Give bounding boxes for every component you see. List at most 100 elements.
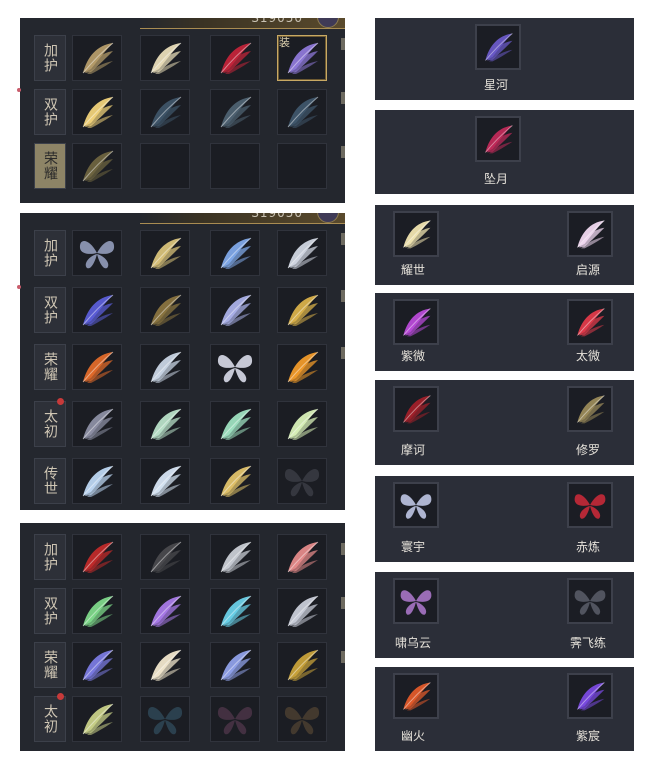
wing-preview-item[interactable] <box>393 482 439 528</box>
wing-preview-card-3: 耀世 启源 <box>375 205 634 285</box>
scroll-tick <box>341 651 345 663</box>
wing-slot[interactable] <box>277 642 327 688</box>
faded-butterfly-icon <box>147 707 183 735</box>
faded-butterfly-icon <box>217 707 253 735</box>
wing-slot[interactable] <box>140 230 190 276</box>
wing-slot[interactable] <box>210 588 260 634</box>
wing-slot[interactable] <box>140 696 190 742</box>
equipped-tag: 装 <box>279 36 290 49</box>
fallenmoon-wings-icon <box>485 125 513 154</box>
wing-slot[interactable] <box>277 534 327 580</box>
category-tab-4[interactable]: 传世 <box>34 458 66 504</box>
wing-slot[interactable] <box>72 696 122 742</box>
wing-preview-item[interactable] <box>475 116 521 162</box>
wing-slot[interactable] <box>140 35 190 81</box>
wing-name-label: 寰宇 <box>400 540 425 554</box>
wing-slot[interactable] <box>210 230 260 276</box>
category-tab-3[interactable]: 太初 <box>34 401 66 447</box>
wing-slot[interactable] <box>277 89 327 135</box>
wing-preview-item[interactable] <box>393 673 439 719</box>
category-tab-2[interactable]: 荣耀 <box>34 344 66 390</box>
category-tab-1[interactable]: 双护 <box>34 89 66 135</box>
wing-slot[interactable] <box>277 401 327 447</box>
wing-preview-item[interactable] <box>393 386 439 432</box>
wing-slot[interactable] <box>140 458 190 504</box>
xiuluo-wings-icon <box>577 395 605 424</box>
category-tab-3[interactable]: 太初 <box>34 696 66 742</box>
category-tab-0[interactable]: 加护 <box>34 230 66 276</box>
empty-slot[interactable] <box>140 143 190 189</box>
purple-crystal-wings-icon <box>150 595 182 627</box>
wing-preview-item[interactable] <box>567 482 613 528</box>
category-tab-2[interactable]: 荣耀 <box>34 143 66 189</box>
xiaowuyun-butterfly-icon <box>400 590 432 615</box>
wing-slot[interactable] <box>72 35 122 81</box>
scroll-tick <box>341 290 345 302</box>
wing-preview-item[interactable] <box>393 299 439 345</box>
dark-gold-wings-icon <box>150 294 182 326</box>
wing-slot[interactable] <box>210 35 260 81</box>
wing-slot[interactable] <box>277 287 327 333</box>
empty-slot-placeholder <box>215 147 255 185</box>
wing-slot[interactable] <box>72 458 122 504</box>
wing-slot[interactable] <box>72 588 122 634</box>
category-tab-1[interactable]: 双护 <box>34 287 66 333</box>
frost-wings-icon <box>82 465 114 497</box>
wing-slot[interactable] <box>140 534 190 580</box>
starriver-wings-icon <box>485 33 513 62</box>
wing-slot[interactable] <box>72 534 122 580</box>
wing-slot[interactable] <box>210 89 260 135</box>
wing-preview-item[interactable] <box>393 211 439 257</box>
flame-wings-icon <box>287 351 319 383</box>
wing-preview-item[interactable] <box>567 299 613 345</box>
wing-slot[interactable] <box>277 696 327 742</box>
wing-slot[interactable] <box>210 534 260 580</box>
wing-preview-card-2: 坠月 <box>375 110 634 194</box>
category-tab-2[interactable]: 荣耀 <box>34 642 66 688</box>
empty-slot[interactable] <box>210 143 260 189</box>
category-tab-0[interactable]: 加护 <box>34 534 66 580</box>
wing-slot[interactable] <box>210 696 260 742</box>
wing-slot[interactable] <box>72 230 122 276</box>
wing-slot[interactable] <box>140 642 190 688</box>
wing-slot[interactable] <box>210 642 260 688</box>
wing-preview-card-4: 紫微 太微 <box>375 293 634 371</box>
wing-slot[interactable] <box>72 89 122 135</box>
wing-preview-item[interactable] <box>567 211 613 257</box>
wing-slot[interactable] <box>72 344 122 390</box>
wing-slot[interactable] <box>140 401 190 447</box>
silver-wings-icon <box>287 237 319 269</box>
wing-slot[interactable]: 装 <box>277 35 327 81</box>
wing-slot[interactable] <box>277 230 327 276</box>
currency-amount: S19050 <box>251 213 303 220</box>
wing-preview-item[interactable] <box>475 24 521 70</box>
wing-preview-item[interactable] <box>567 386 613 432</box>
wing-slot[interactable] <box>140 89 190 135</box>
category-tab-1[interactable]: 双护 <box>34 588 66 634</box>
wing-name-label: 坠月 <box>483 172 508 186</box>
wing-slot[interactable] <box>72 287 122 333</box>
wing-slot[interactable] <box>210 458 260 504</box>
category-tab-0[interactable]: 加护 <box>34 35 66 81</box>
wing-slot[interactable] <box>277 344 327 390</box>
wing-slot[interactable] <box>210 401 260 447</box>
gold-wings-icon <box>287 294 319 326</box>
wing-slot[interactable] <box>210 344 260 390</box>
wing-slot[interactable] <box>140 344 190 390</box>
wing-slot[interactable] <box>72 642 122 688</box>
wing-slot[interactable] <box>210 287 260 333</box>
wing-slot[interactable] <box>277 588 327 634</box>
wing-name-label: 修罗 <box>575 443 600 457</box>
wing-slot[interactable] <box>72 143 122 189</box>
wing-slot[interactable] <box>140 588 190 634</box>
empty-slot[interactable] <box>277 143 327 189</box>
wing-name-label: 摩诃 <box>400 443 425 457</box>
faded-butterfly-icon <box>284 469 320 497</box>
wing-slot[interactable] <box>140 287 190 333</box>
wing-slot[interactable] <box>277 458 327 504</box>
wing-preview-item[interactable] <box>393 578 439 624</box>
wing-preview-item[interactable] <box>567 578 613 624</box>
wardrobe-panel-1: S19050 加护 双护 荣耀 装 <box>20 18 345 203</box>
wing-preview-item[interactable] <box>567 673 613 719</box>
wing-slot[interactable] <box>72 401 122 447</box>
